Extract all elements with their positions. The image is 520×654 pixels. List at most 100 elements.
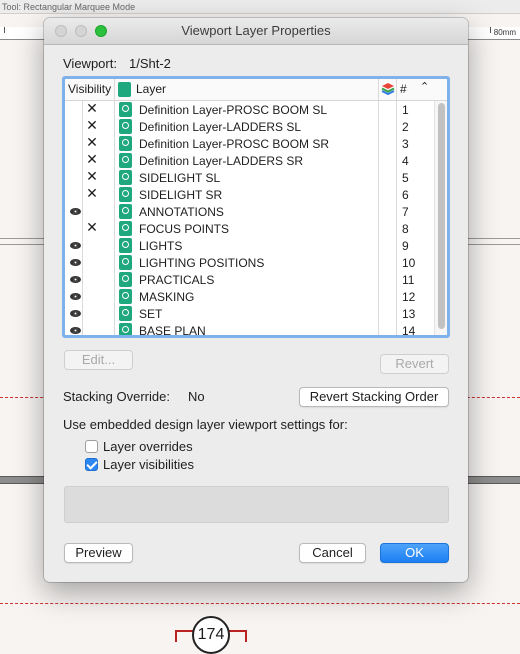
layer-type-icon <box>118 82 131 97</box>
visibility-toggle[interactable] <box>67 170 81 184</box>
design-layer-icon <box>119 170 132 185</box>
design-layer-icon <box>119 119 132 134</box>
layer-name: FOCUS POINTS <box>139 222 230 236</box>
eye-icon <box>70 259 81 266</box>
column-header-number[interactable]: # <box>400 82 407 96</box>
title-bar[interactable]: Viewport Layer Properties <box>44 18 468 45</box>
design-layer-icon <box>119 153 132 168</box>
column-separator <box>396 79 397 100</box>
layer-overrides-checkbox[interactable] <box>85 440 98 453</box>
layer-table-scroll-thumb[interactable] <box>438 103 445 329</box>
invisible-x-icon: ✕ <box>86 219 98 235</box>
sort-ascending-icon[interactable]: ⌃ <box>420 80 429 93</box>
eye-icon <box>70 276 81 283</box>
column-header-layer[interactable]: Layer <box>136 82 166 96</box>
eye-icon <box>70 293 81 300</box>
dialog-title: Viewport Layer Properties <box>181 23 331 38</box>
layer-number: 14 <box>402 324 416 338</box>
revert-button[interactable]: Revert <box>380 354 449 374</box>
layer-number: 1 <box>402 103 409 117</box>
eye-icon[interactable] <box>67 323 81 335</box>
viewport-value: 1/Sht-2 <box>129 56 171 71</box>
stacking-override-value: No <box>188 389 205 404</box>
layer-row[interactable]: ✕ Definition Layer-LADDERS SL 2 <box>65 117 447 135</box>
layer-rows: ✕ Definition Layer-PROSC BOOM SL 1 ✕ Definit… <box>65 100 447 338</box>
layer-table[interactable]: Visibility Layer # ⌃ ✕ Definition Layer-P… <box>62 76 450 338</box>
preview-button[interactable]: Preview <box>64 543 133 563</box>
layer-row[interactable]: LIGHTS 9 <box>65 237 447 254</box>
layer-row[interactable]: SET 13 <box>65 305 447 322</box>
eye-icon[interactable] <box>67 289 81 303</box>
layer-number: 6 <box>402 188 409 202</box>
edit-button[interactable]: Edit... <box>64 350 133 370</box>
layer-number: 2 <box>402 120 409 134</box>
layer-row[interactable]: ANNOTATIONS 7 <box>65 203 447 220</box>
layer-row[interactable]: PRACTICALS 11 <box>65 271 447 288</box>
design-layer-icon <box>119 221 132 236</box>
layer-table-header: Visibility Layer # ⌃ <box>65 79 447 101</box>
viewport-layer-properties-dialog: Viewport Layer Properties Viewport: 1/Sh… <box>44 18 468 582</box>
layer-row[interactable]: LIGHTING POSITIONS 10 <box>65 254 447 271</box>
column-separator <box>114 79 115 100</box>
drawing-bubble[interactable]: 174 <box>192 616 230 654</box>
eye-icon <box>70 310 81 317</box>
visibility-toggle[interactable] <box>67 136 81 150</box>
invisible-x-icon: ✕ <box>86 168 98 184</box>
layer-number: 11 <box>402 273 415 287</box>
layer-row[interactable]: ✕ SIDELIGHT SL 5 <box>65 168 447 186</box>
layer-name: Definition Layer-PROSC BOOM SR <box>139 137 330 151</box>
layer-row[interactable]: ✕ SIDELIGHT SR 6 <box>65 185 447 203</box>
invisible-x-icon: ✕ <box>86 185 98 201</box>
layer-visibilities-label: Layer visibilities <box>103 457 195 472</box>
design-layer-icon <box>119 255 132 270</box>
eye-icon[interactable] <box>67 306 81 320</box>
cancel-button[interactable]: Cancel <box>299 543 366 563</box>
layer-row[interactable]: ✕ Definition Layer-LADDERS SR 4 <box>65 151 447 169</box>
visibility-toggle[interactable] <box>67 221 81 235</box>
eye-icon[interactable] <box>67 272 81 286</box>
layer-row[interactable]: BASE PLAN 14 <box>65 322 447 338</box>
layer-name: LIGHTS <box>139 239 183 253</box>
layer-row[interactable]: ✕ Definition Layer-PROSC BOOM SR 3 <box>65 134 447 152</box>
ruler-tick <box>4 27 5 33</box>
invisible-x-icon: ✕ <box>86 100 98 116</box>
layer-number: 7 <box>402 205 409 219</box>
layers-stack-icon[interactable] <box>381 82 395 96</box>
visibility-toggle[interactable] <box>67 187 81 201</box>
visibility-toggle[interactable] <box>67 119 81 133</box>
layer-number: 3 <box>402 137 409 151</box>
design-layer-icon <box>119 289 132 304</box>
invisible-x-icon: ✕ <box>86 151 98 167</box>
eye-icon[interactable] <box>67 204 81 218</box>
column-header-visibility[interactable]: Visibility <box>68 82 111 96</box>
design-layer-icon <box>119 102 132 117</box>
visibility-toggle[interactable] <box>67 153 81 167</box>
layer-overrides-label: Layer overrides <box>103 439 193 454</box>
layer-number: 13 <box>402 307 416 321</box>
ruler-tick <box>490 27 491 33</box>
eye-icon <box>70 327 81 334</box>
eye-icon[interactable] <box>67 255 81 269</box>
revert-stacking-order-button[interactable]: Revert Stacking Order <box>299 387 449 407</box>
eye-icon[interactable] <box>67 238 81 252</box>
layer-row[interactable]: ✕ Definition Layer-PROSC BOOM SL 1 <box>65 100 447 118</box>
drawing-dashed-line <box>0 603 520 604</box>
embedded-settings-label: Use embedded design layer viewport setti… <box>63 417 348 432</box>
layer-name: SIDELIGHT SR <box>139 188 223 202</box>
layer-name: PRACTICALS <box>139 273 215 287</box>
design-layer-icon <box>119 306 132 321</box>
message-area <box>64 486 449 523</box>
layer-name: SET <box>139 307 163 321</box>
layer-row[interactable]: ✕ FOCUS POINTS 8 <box>65 219 447 237</box>
layer-number: 4 <box>402 154 409 168</box>
design-layer-icon <box>119 204 132 219</box>
layer-name: Definition Layer-PROSC BOOM SL <box>139 103 328 117</box>
ok-button[interactable]: OK <box>380 543 449 563</box>
layer-row[interactable]: MASKING 12 <box>65 288 447 305</box>
design-layer-icon <box>119 187 132 202</box>
layer-number: 9 <box>402 239 409 253</box>
column-separator <box>378 79 379 100</box>
layer-number: 10 <box>402 256 416 270</box>
layer-visibilities-checkbox[interactable] <box>85 458 98 471</box>
visibility-toggle[interactable] <box>67 102 81 116</box>
